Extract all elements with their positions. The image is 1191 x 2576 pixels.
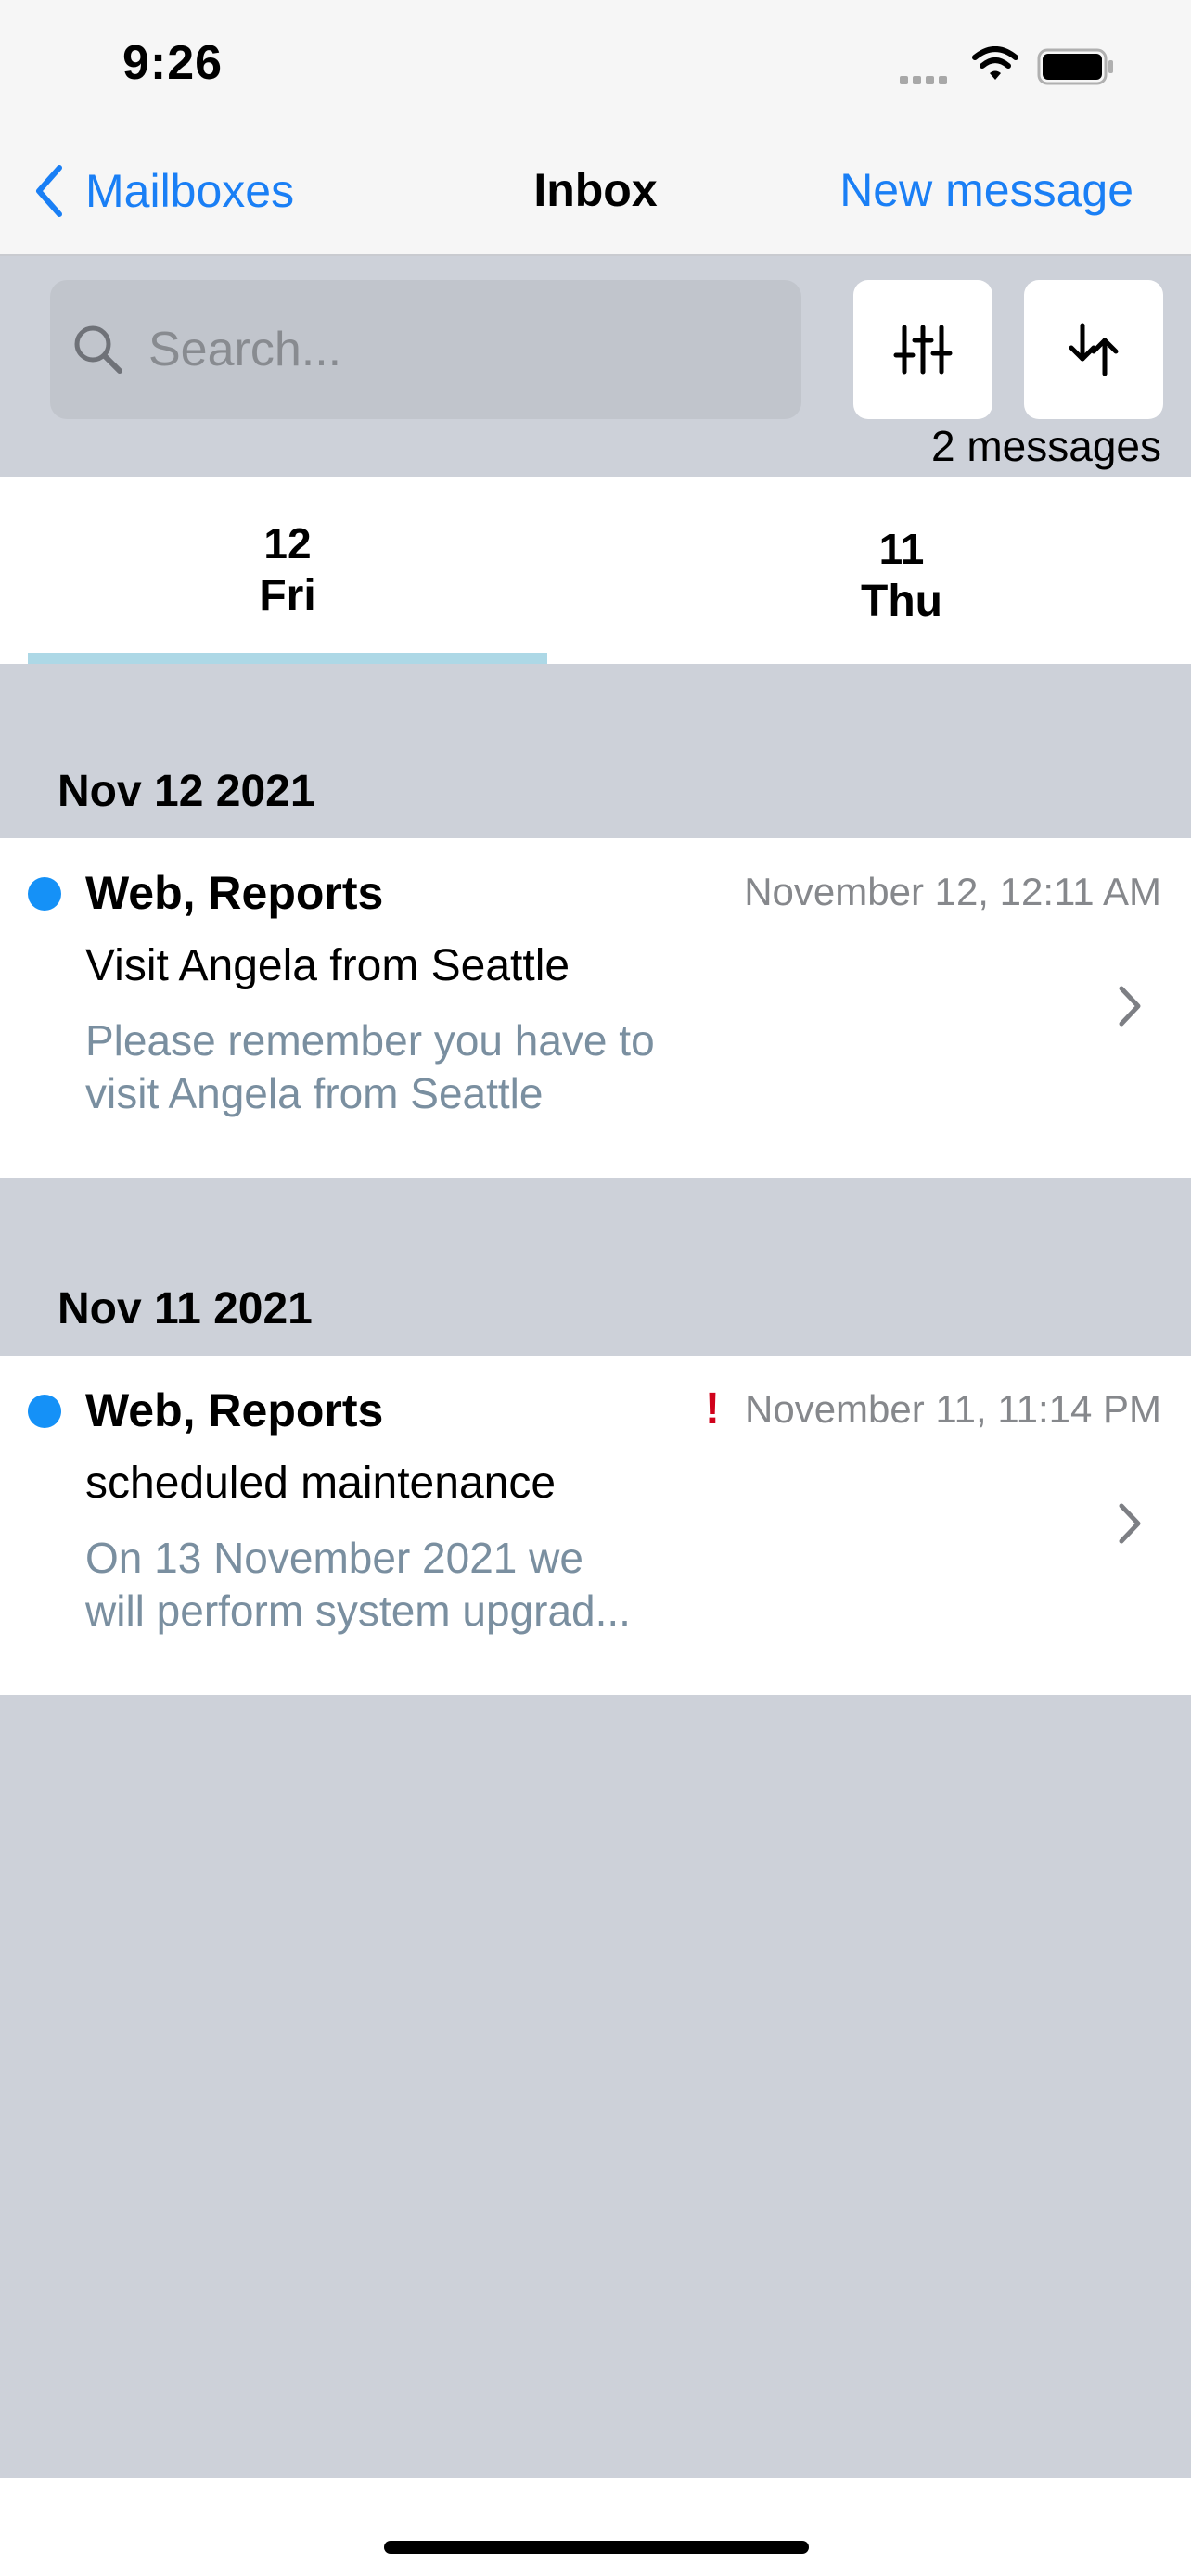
tab-day-number: 12 — [263, 519, 312, 567]
section-header: Nov 11 2021 — [58, 1284, 313, 1333]
tab-day-11[interactable]: 11 Thu — [642, 477, 1161, 664]
tab-weekday: Thu — [861, 577, 942, 626]
mailboxes-back-button[interactable]: Mailboxes — [33, 161, 294, 221]
chevron-right-icon — [1119, 986, 1141, 1027]
cellular-signal-icon — [900, 72, 952, 89]
search-icon — [74, 325, 122, 374]
day-tabs: 12 Fri 11 Thu — [0, 477, 1191, 664]
status-time: 9:26 — [122, 36, 224, 90]
tab-day-number: 11 — [878, 525, 925, 573]
back-label: Mailboxes — [85, 165, 295, 217]
home-indicator[interactable] — [384, 2541, 809, 2554]
search-input[interactable] — [147, 321, 744, 378]
filter-button[interactable] — [853, 280, 992, 419]
selected-tab-indicator — [28, 653, 547, 664]
priority-icon: ! — [705, 1384, 720, 1434]
message-count: 2 messages — [930, 422, 1161, 470]
navigation-bar: Mailboxes Inbox New message — [0, 130, 1191, 256]
message-subject: Visit Angela from Seattle — [85, 941, 570, 990]
message-row[interactable]: Web, Reports November 12, 12:11 AM Visit… — [0, 838, 1191, 1178]
toolbar: 2 messages — [0, 256, 1191, 477]
preview-line: Please remember you have to — [85, 1016, 655, 1065]
message-timestamp: November 11, 11:14 PM — [745, 1387, 1161, 1431]
status-bar: 9:26 — [0, 0, 1191, 130]
tab-day-12[interactable]: 12 Fri — [28, 477, 547, 664]
unread-indicator — [28, 1395, 61, 1428]
message-row[interactable]: Web, Reports ! November 11, 11:14 PM sch… — [0, 1356, 1191, 1695]
message-subject: scheduled maintenance — [85, 1459, 557, 1508]
message-sender: Web, Reports — [85, 1384, 384, 1436]
message-preview: Please remember you have to visit Angela… — [85, 1014, 725, 1120]
sort-icon — [1069, 323, 1119, 376]
section-header: Nov 12 2021 — [58, 767, 315, 816]
message-preview: On 13 November 2021 we will perform syst… — [85, 1532, 725, 1638]
sliders-icon — [893, 325, 953, 375]
tab-weekday: Fri — [259, 571, 316, 620]
chevron-right-icon — [1119, 1503, 1141, 1544]
battery-icon — [1037, 48, 1115, 90]
chevron-left-icon — [36, 165, 62, 217]
wifi-icon — [970, 46, 1020, 88]
new-message-button[interactable]: New message — [839, 163, 1133, 217]
home-indicator-area — [0, 2478, 1191, 2576]
search-box[interactable] — [50, 280, 801, 419]
message-sender: Web, Reports — [85, 867, 384, 919]
message-timestamp: November 12, 12:11 AM — [744, 870, 1161, 913]
preview-line: visit Angela from Seattle — [85, 1069, 544, 1117]
sort-button[interactable] — [1024, 280, 1163, 419]
preview-line: will perform system upgrad... — [85, 1587, 631, 1635]
unread-indicator — [28, 877, 61, 911]
preview-line: On 13 November 2021 we — [85, 1534, 583, 1582]
